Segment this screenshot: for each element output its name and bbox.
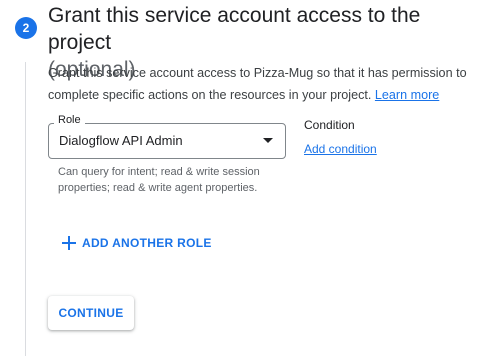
role-selected-value: Dialogflow API Admin xyxy=(59,133,183,148)
step-number-badge: 2 xyxy=(15,17,37,39)
learn-more-link[interactable]: Learn more xyxy=(375,88,439,102)
role-description-hint: Can query for intent; read & write sessi… xyxy=(58,166,260,194)
add-condition-link[interactable]: Add condition xyxy=(304,142,377,156)
plus-icon xyxy=(62,236,76,250)
condition-title: Condition xyxy=(304,118,355,132)
grant-access-step: 2 Grant this service account access to t… xyxy=(0,0,493,356)
dropdown-arrow-icon xyxy=(263,138,273,143)
step-title-text: Grant this service account access to the… xyxy=(48,4,421,54)
step-connector-line xyxy=(25,62,26,356)
role-field-label: Role xyxy=(54,114,85,126)
role-select[interactable]: Dialogflow API Admin xyxy=(48,123,286,159)
continue-button[interactable]: CONTINUE xyxy=(48,296,134,330)
step-description: Grant this service account access to Piz… xyxy=(48,62,488,106)
add-another-role-button[interactable]: ADD ANOTHER ROLE xyxy=(62,236,212,250)
add-another-role-label: ADD ANOTHER ROLE xyxy=(82,236,212,250)
